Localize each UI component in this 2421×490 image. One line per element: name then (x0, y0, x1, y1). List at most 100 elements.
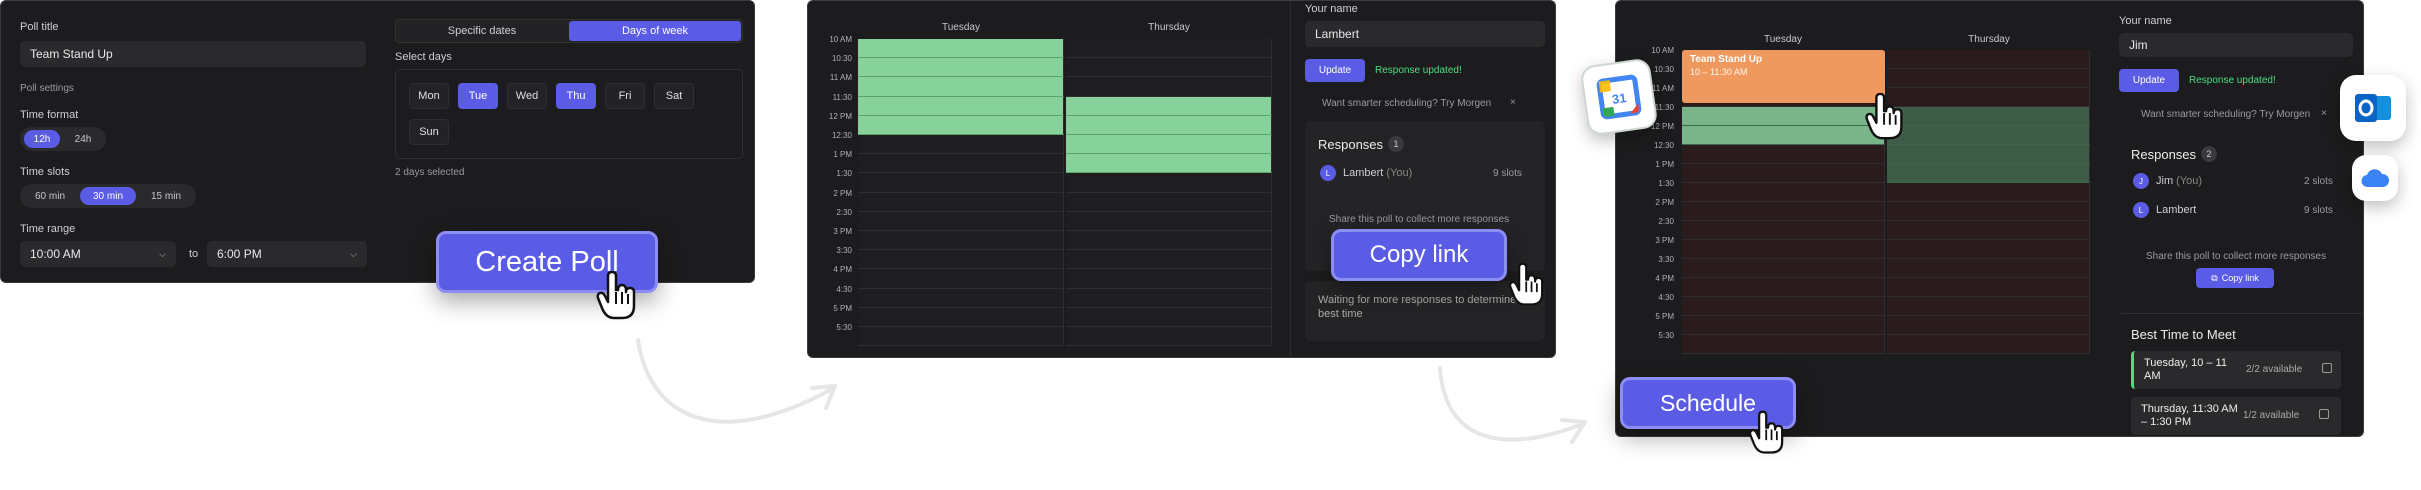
time-slot-cell[interactable] (1066, 135, 1272, 155)
time-slot-cell[interactable] (1066, 327, 1272, 347)
day-mon[interactable]: Mon (409, 83, 449, 109)
time-slot-cell[interactable] (1066, 269, 1272, 289)
time-label: 2:30 (1658, 217, 1674, 226)
time-slot-cell[interactable] (1682, 297, 1885, 316)
promo-text[interactable]: Want smarter scheduling? Try Morgen (1322, 98, 1491, 109)
time-slot-cell[interactable] (1066, 154, 1272, 174)
time-slot-cell[interactable] (1887, 202, 2090, 221)
flow-arrow-icon (636, 338, 837, 424)
time-slot-cell[interactable] (858, 231, 1064, 251)
tab-specific-dates[interactable]: Specific dates (397, 21, 567, 41)
time-slot-cell[interactable] (858, 211, 1064, 231)
time-slot-cell[interactable] (1887, 183, 2090, 202)
time-slot-cell[interactable] (1682, 221, 1885, 240)
time-slot-cell[interactable] (1066, 307, 1272, 327)
time-slot-cell[interactable] (1887, 297, 2090, 316)
your-name-input[interactable]: Lambert (1305, 21, 1545, 47)
responses-heading: Responses (1318, 137, 1384, 152)
update-button[interactable]: Update (1305, 59, 1365, 82)
time-slot-cell[interactable] (858, 115, 1064, 135)
time-slot-cell[interactable] (1887, 240, 2090, 259)
time-slot-cell[interactable] (1887, 126, 2090, 145)
time-slot-cell[interactable] (1066, 192, 1272, 212)
time-slot-cell[interactable] (1887, 107, 2090, 126)
time-slot-cell[interactable] (858, 327, 1064, 347)
time-format-12h[interactable]: 12h (24, 130, 60, 148)
time-slot-cell[interactable] (858, 96, 1064, 116)
time-slot-cell[interactable] (1887, 278, 2090, 297)
range-end-select[interactable]: 6:00 PM ⌵ (207, 241, 367, 267)
day-sun[interactable]: Sun (409, 119, 449, 145)
time-slot-cell[interactable] (1682, 183, 1885, 202)
close-icon[interactable]: × (1510, 97, 1516, 108)
time-slot-cell[interactable] (1887, 50, 2090, 69)
time-slot-cell[interactable] (1682, 335, 1885, 354)
time-slot-cell[interactable] (858, 288, 1064, 308)
time-slot-cell[interactable] (1066, 77, 1272, 97)
time-slot-cell[interactable] (1887, 69, 2090, 88)
range-to-label: to (189, 248, 199, 260)
availability-grid[interactable]: 10 AM 10:30 11 AM 11:30 12 PM 12:30 1 PM 1:30 2 … (808, 1, 1288, 357)
time-slot-cell[interactable] (858, 77, 1064, 97)
time-slot-30[interactable]: 30 min (80, 187, 136, 205)
time-slot-cell[interactable] (1682, 240, 1885, 259)
time-slot-cell[interactable] (1682, 278, 1885, 297)
time-slot-cell[interactable] (1066, 211, 1272, 231)
time-slot-cell[interactable] (858, 39, 1064, 59)
day-thu[interactable]: Thu (556, 83, 596, 109)
time-slot-cell[interactable] (858, 58, 1064, 78)
time-slot-cell[interactable] (1682, 259, 1885, 278)
time-slot-cell[interactable] (858, 269, 1064, 289)
poll-title-input[interactable]: Team Stand Up (20, 41, 366, 67)
time-slot-cell[interactable] (1682, 107, 1885, 126)
best-time-option[interactable]: Tuesday, 10 – 11 AM 2/2 available (2131, 351, 2341, 389)
tab-days-of-week[interactable]: Days of week (569, 21, 741, 41)
time-slot-cell[interactable] (1066, 250, 1272, 270)
time-slot-cell[interactable] (1887, 164, 2090, 183)
time-slot-15[interactable]: 15 min (140, 187, 192, 205)
time-slot-cell[interactable] (1066, 96, 1272, 116)
time-slot-cell[interactable] (1682, 202, 1885, 221)
scheduled-event[interactable]: Team Stand Up 10 – 11:30 AM (1682, 50, 1885, 103)
best-time-option[interactable]: Thursday, 11:30 AM – 1:30 PM 1/2 availab… (2131, 397, 2341, 435)
calendar-add-icon[interactable] (2322, 363, 2332, 373)
time-slot-cell[interactable] (1887, 221, 2090, 240)
time-slot-cell[interactable] (1682, 126, 1885, 145)
time-slot-cell[interactable] (858, 135, 1064, 155)
time-slot-cell[interactable] (1682, 164, 1885, 183)
time-slot-cell[interactable] (858, 307, 1064, 327)
time-slot-cell[interactable] (1066, 173, 1272, 193)
day-tue[interactable]: Tue (458, 83, 498, 109)
time-label: 4 PM (833, 265, 852, 275)
time-slot-cell[interactable] (1066, 288, 1272, 308)
range-start-select[interactable]: 10:00 AM ⌵ (20, 241, 176, 267)
time-slot-cell[interactable] (1887, 145, 2090, 164)
time-slot-cell[interactable] (1887, 88, 2090, 107)
time-format-24h[interactable]: 24h (65, 130, 101, 148)
close-icon[interactable]: × (2321, 108, 2327, 119)
time-slot-60[interactable]: 60 min (24, 187, 76, 205)
time-slot-cell[interactable] (1682, 316, 1885, 335)
calendar-add-icon[interactable] (2319, 409, 2329, 419)
day-sat[interactable]: Sat (654, 83, 694, 109)
copy-link-small-button[interactable]: ⧉ Copy link (2196, 268, 2274, 288)
time-slot-cell[interactable] (1066, 231, 1272, 251)
your-name-label: Your name (2119, 15, 2172, 27)
time-slot-cell[interactable] (1887, 335, 2090, 354)
your-name-input[interactable]: Jim (2119, 33, 2353, 57)
time-slot-cell[interactable] (858, 250, 1064, 270)
day-wed[interactable]: Wed (507, 83, 547, 109)
time-slot-cell[interactable] (1682, 145, 1885, 164)
time-slot-cell[interactable] (1066, 39, 1272, 59)
time-slot-cell[interactable] (1887, 316, 2090, 335)
time-slot-cell[interactable] (1066, 115, 1272, 135)
time-slot-cell[interactable] (858, 154, 1064, 174)
day-fri[interactable]: Fri (605, 83, 645, 109)
time-slot-cell[interactable] (1066, 58, 1272, 78)
copy-link-button[interactable]: Copy link (1331, 229, 1507, 281)
time-slot-cell[interactable] (858, 192, 1064, 212)
promo-text[interactable]: Want smarter scheduling? Try Morgen (2141, 109, 2310, 120)
time-slot-cell[interactable] (1887, 259, 2090, 278)
time-slot-cell[interactable] (858, 173, 1064, 193)
update-button[interactable]: Update (2119, 69, 2179, 92)
